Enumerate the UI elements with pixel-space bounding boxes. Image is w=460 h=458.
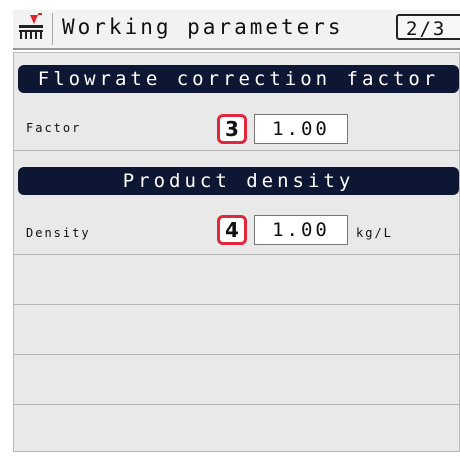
empty-row [14,305,459,355]
callout-badge-3: 3 [217,114,247,144]
page-indicator[interactable]: 2/3 [396,14,460,40]
empty-row [14,355,459,405]
title-divider [52,13,53,45]
section-header-product-density: Product density [18,167,459,195]
empty-row [14,255,459,305]
density-value-field[interactable]: 1.00 [254,215,348,245]
factor-label: Factor [26,121,82,135]
density-unit: kg/L [356,226,393,240]
parameters-panel: Flowrate correction factor Factor 3 1.00… [13,52,460,452]
factor-row: Factor 3 1.00 [14,103,459,151]
title-bar: Working parameters 2/3 [13,10,460,50]
page-title: Working parameters [62,15,344,39]
screen: Working parameters 2/3 Flowrate correcti… [0,0,460,458]
section-header-flowrate-correction: Flowrate correction factor [18,65,459,93]
density-label: Density [26,226,91,240]
callout-badge-4: 4 [217,215,247,245]
density-row: Density 4 1.00 kg/L [14,205,459,255]
factor-value-field[interactable]: 1.00 [254,114,348,144]
seeder-icon [16,12,46,42]
